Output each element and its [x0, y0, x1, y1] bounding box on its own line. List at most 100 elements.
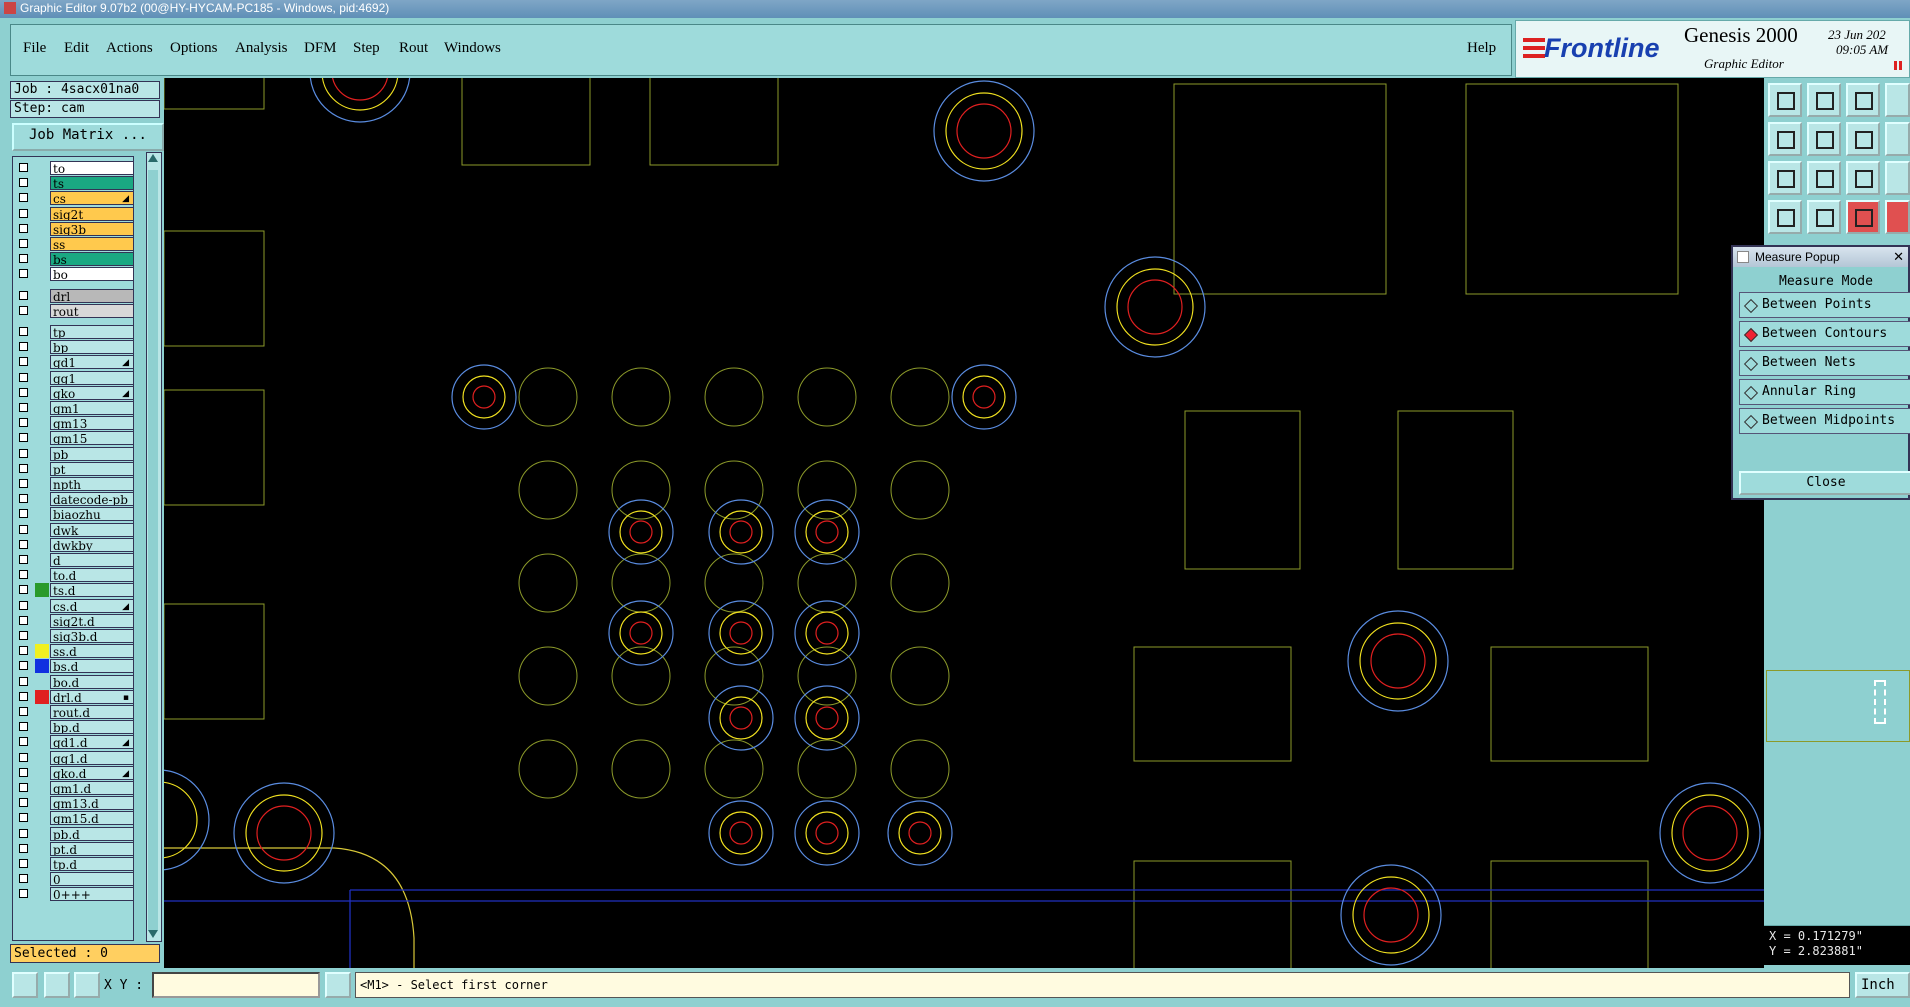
layer-checkbox[interactable] [19, 269, 28, 279]
layer-checkbox[interactable] [19, 342, 28, 352]
layer-row[interactable]: npth [13, 477, 134, 492]
layer-checkbox[interactable] [19, 372, 28, 382]
layer-checkbox[interactable] [19, 178, 28, 188]
option-between-points[interactable]: Between Points [1739, 292, 1910, 318]
option-between-nets[interactable]: Between Nets [1739, 350, 1910, 376]
layer-checkbox[interactable] [19, 254, 28, 264]
layer-checkbox[interactable] [19, 387, 28, 397]
layer-checkbox[interactable] [19, 239, 28, 248]
layer-name[interactable]: gm1.d [50, 781, 134, 795]
layer-checkbox[interactable] [19, 691, 28, 701]
layer-row[interactable]: pt.d [13, 841, 134, 857]
layer-checkbox[interactable] [19, 585, 28, 595]
layer-checkbox[interactable] [19, 305, 28, 315]
layer-checkbox[interactable] [19, 433, 28, 443]
layer-name[interactable]: rout [50, 303, 134, 318]
swap-icon[interactable] [1846, 122, 1880, 156]
layer-checkbox[interactable] [19, 524, 28, 534]
layer-name[interactable]: gko.d ◢ [50, 765, 134, 780]
units-button[interactable]: Inch [1855, 972, 1910, 998]
layer-name[interactable]: cs.d ◢ [50, 598, 134, 613]
layer-name[interactable]: tp [50, 325, 134, 339]
text-cursor-icon[interactable] [325, 972, 351, 998]
menu-windows[interactable]: Windows [444, 40, 501, 57]
layer-name[interactable]: sig3b [50, 221, 134, 236]
layer-name[interactable]: to [50, 161, 134, 175]
layer-name[interactable]: bs [50, 252, 134, 267]
scroll-up-icon[interactable] [148, 154, 158, 162]
layer-row[interactable]: to [13, 161, 134, 176]
layer-checkbox[interactable] [19, 403, 28, 412]
layer-row[interactable]: tp [13, 325, 134, 340]
zoom-in-icon[interactable] [1807, 83, 1841, 117]
zoom-window-icon[interactable] [1885, 83, 1910, 117]
pan-right-icon[interactable] [1807, 122, 1841, 156]
layer-checkbox[interactable] [19, 783, 28, 792]
layer-checkbox[interactable] [19, 223, 28, 233]
layer-name[interactable]: bs.d [50, 659, 134, 674]
layer-row[interactable]: bo.d [13, 674, 134, 690]
layer-name[interactable]: tp.d [50, 857, 134, 871]
layer-row[interactable]: gg1.d [13, 750, 134, 766]
layer-row[interactable]: gm1.d [13, 781, 134, 796]
layer-name[interactable]: cs ◢ [50, 191, 134, 206]
layer-checkbox[interactable] [19, 163, 28, 172]
layer-name[interactable]: ss.d [50, 644, 134, 659]
layer-checkbox[interactable] [19, 615, 28, 625]
layer-name[interactable]: 0 [50, 872, 134, 887]
layer-name[interactable]: pb.d [50, 826, 134, 841]
menu-step[interactable]: Step [353, 40, 380, 57]
layer-row[interactable]: sig2t [13, 206, 134, 222]
layer-row[interactable]: rout [13, 303, 134, 319]
layer-row[interactable]: to.d [13, 568, 134, 583]
layer-row[interactable]: ts [13, 176, 134, 191]
layer-checkbox[interactable] [19, 463, 28, 473]
layer-checkbox[interactable] [19, 798, 28, 808]
layer-checkbox[interactable] [19, 509, 28, 519]
layer-name[interactable]: bp [50, 340, 134, 355]
layer-name[interactable]: bo.d [50, 674, 134, 689]
job-matrix-button[interactable]: Job Matrix ... [12, 123, 164, 151]
measure-tool-icon[interactable] [1846, 200, 1880, 234]
layer-row[interactable]: gm1 [13, 401, 134, 416]
option-between-midpoints[interactable]: Between Midpoints [1739, 408, 1910, 434]
layer-checkbox[interactable] [19, 600, 28, 610]
menu-help[interactable]: Help [1467, 40, 1496, 57]
center-icon[interactable] [1885, 122, 1910, 156]
layer-name[interactable]: bp.d [50, 720, 134, 735]
layer-checkbox[interactable] [19, 676, 28, 686]
layer-row[interactable]: ts.d [13, 583, 134, 598]
layer-row[interactable]: cs.d ◢ [13, 598, 134, 614]
layer-name[interactable]: 0+++ [50, 887, 134, 902]
layer-row[interactable]: gm15.d [13, 811, 134, 826]
menu-dfm[interactable]: DFM [304, 40, 337, 57]
grid-mode-icon[interactable] [74, 972, 100, 998]
layer-name[interactable]: dwk [50, 522, 134, 537]
layer-row[interactable]: drl [13, 288, 134, 304]
layer-name[interactable]: gm13 [50, 416, 134, 431]
layer-row[interactable]: gd1 ◢ [13, 355, 134, 370]
layer-checkbox[interactable] [19, 479, 28, 488]
layer-row[interactable]: gg1 [13, 370, 134, 386]
layer-name[interactable]: to.d [50, 568, 134, 583]
option-annular-ring[interactable]: Annular Ring [1739, 379, 1910, 405]
layer-name[interactable]: ss [50, 237, 134, 251]
layer-checkbox[interactable] [19, 874, 28, 884]
layer-checkbox[interactable] [19, 859, 28, 868]
layer-name[interactable]: gd1.d ◢ [50, 735, 134, 750]
layer-checkbox[interactable] [19, 889, 28, 899]
layer-name[interactable]: ts [50, 176, 134, 191]
layer-name[interactable]: pb [50, 446, 134, 461]
layer-row[interactable]: sig2t.d [13, 613, 134, 629]
layer-scrollbar-thumb[interactable] [148, 170, 158, 930]
layer-row[interactable]: gko ◢ [13, 385, 134, 401]
layer-row[interactable]: sig3b [13, 221, 134, 237]
layer-name[interactable]: biaozhu [50, 507, 134, 522]
layer-row[interactable]: tp.d [13, 857, 134, 872]
close-button[interactable]: Close [1739, 471, 1910, 495]
layer-checkbox[interactable] [19, 722, 28, 732]
layer-checkbox[interactable] [19, 570, 28, 580]
layer-checkbox[interactable] [19, 752, 28, 762]
layer-row[interactable]: bs [13, 252, 134, 267]
layer-checkbox[interactable] [19, 843, 28, 853]
